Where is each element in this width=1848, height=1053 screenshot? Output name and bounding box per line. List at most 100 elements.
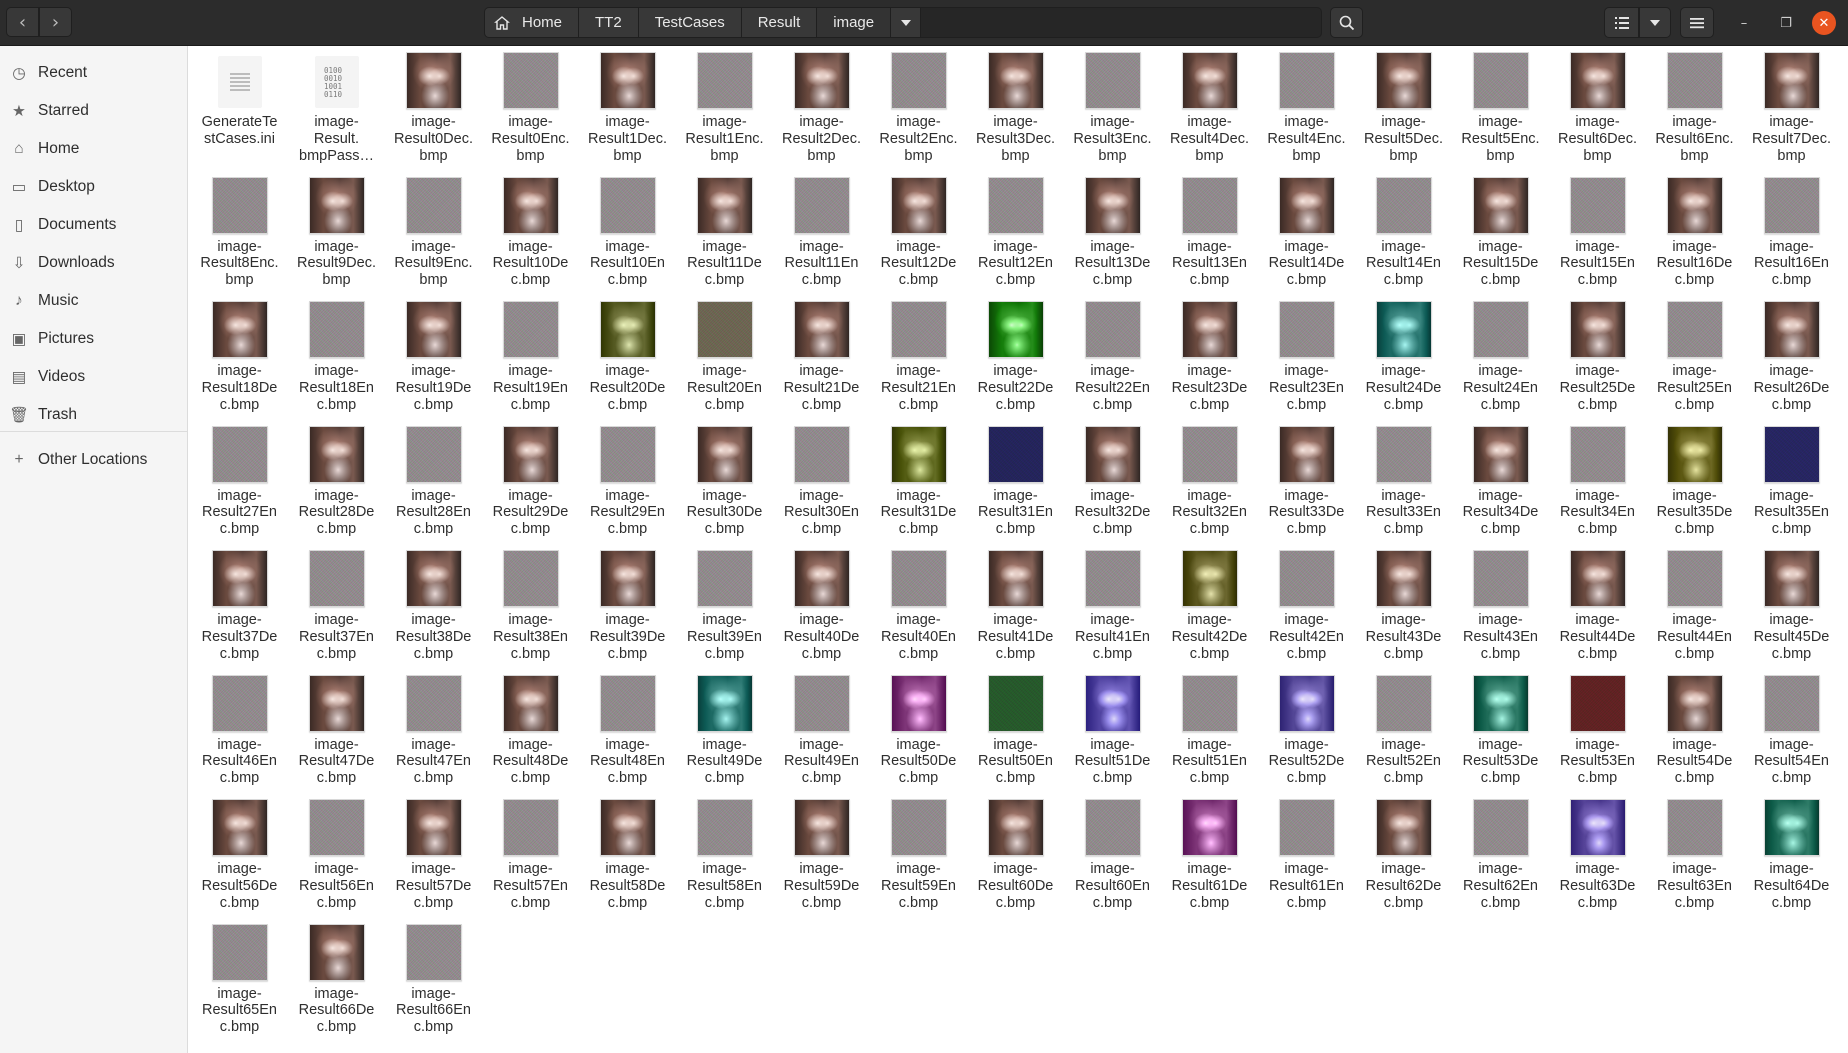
file-item[interactable]: image- Result38De c.bmp [385, 548, 482, 673]
file-item[interactable]: image- Result47De c.bmp [288, 673, 385, 798]
file-item[interactable]: image- Result12En c.bmp [967, 175, 1064, 300]
file-item[interactable]: image- Result14En c.bmp [1355, 175, 1452, 300]
file-item[interactable]: image- Result56De c.bmp [191, 797, 288, 922]
path-crumb-tt2[interactable]: TT2 [579, 8, 639, 37]
file-item[interactable]: image- Result54De c.bmp [1646, 673, 1743, 798]
file-item[interactable]: image- Result31En c.bmp [967, 424, 1064, 549]
file-item[interactable]: image- Result28De c.bmp [288, 424, 385, 549]
file-item[interactable]: image- Result60En c.bmp [1064, 797, 1161, 922]
file-item[interactable]: image- Result1Dec. bmp [579, 50, 676, 175]
file-item[interactable]: image- Result10De c.bmp [482, 175, 579, 300]
file-item[interactable]: image- Result15En c.bmp [1549, 175, 1646, 300]
file-item[interactable]: image- Result11En c.bmp [773, 175, 870, 300]
file-item[interactable]: image- Result51De c.bmp [1064, 673, 1161, 798]
file-item[interactable]: image- Result15De c.bmp [1452, 175, 1549, 300]
search-button[interactable] [1330, 7, 1363, 38]
file-item[interactable]: image- Result38En c.bmp [482, 548, 579, 673]
file-item[interactable]: image- Result21En c.bmp [870, 299, 967, 424]
file-item[interactable]: image- Result6Enc. bmp [1646, 50, 1743, 175]
file-item[interactable]: image- Result26En c.bmp [1840, 299, 1848, 424]
file-item[interactable]: image- Result47En c.bmp [385, 673, 482, 798]
file-item[interactable]: image- Result14De c.bmp [1258, 175, 1355, 300]
file-item[interactable]: image- Result52En c.bmp [1355, 673, 1452, 798]
file-item[interactable]: image- Result3Enc. bmp [1064, 50, 1161, 175]
file-item[interactable]: image- Result45De c.bmp [1743, 548, 1840, 673]
file-item[interactable]: image- Result61De c.bmp [1161, 797, 1258, 922]
file-item[interactable]: image- Result18De c.bmp [191, 299, 288, 424]
file-item[interactable]: image- Result24En c.bmp [1452, 299, 1549, 424]
file-item[interactable]: image- Result29De c.bmp [482, 424, 579, 549]
sidebar-item-documents[interactable]: ▯ Documents [0, 207, 188, 243]
file-item[interactable]: image- Result9Dec. bmp [288, 175, 385, 300]
file-item[interactable]: image- Result59De c.bmp [773, 797, 870, 922]
file-item[interactable]: image- Result0Enc. bmp [482, 50, 579, 175]
file-item[interactable]: image- Result40En c.bmp [870, 548, 967, 673]
sidebar-item-starred[interactable]: ★ Starred [0, 93, 188, 129]
file-item[interactable]: image- Result60De c.bmp [967, 797, 1064, 922]
file-item[interactable]: image- Result59En c.bmp [870, 797, 967, 922]
file-item[interactable]: image- Result32De c.bmp [1064, 424, 1161, 549]
file-item[interactable]: image- Result62De c.bmp [1355, 797, 1452, 922]
file-item[interactable]: image- Result16De c.bmp [1646, 175, 1743, 300]
sidebar-item-downloads[interactable]: ⇩ Downloads [0, 245, 188, 281]
file-item[interactable]: image- Result13De c.bmp [1064, 175, 1161, 300]
file-item[interactable]: GenerateTe stCases.ini [191, 50, 288, 175]
back-button[interactable]: ‹ [6, 7, 39, 37]
file-item[interactable]: image- Result19En c.bmp [482, 299, 579, 424]
path-crumb-home[interactable]: Home [485, 8, 580, 37]
file-item[interactable]: image- Result20En c.bmp [676, 299, 773, 424]
file-item[interactable]: image- Result39En c.bmp [676, 548, 773, 673]
forward-button[interactable]: › [39, 7, 72, 37]
file-item[interactable]: image- Result66En c.bmp [385, 922, 482, 1047]
file-item[interactable]: image- Result42De c.bmp [1161, 548, 1258, 673]
sidebar-item-other-locations[interactable]: + Other Locations [0, 442, 188, 478]
file-item[interactable]: image- Result46En c.bmp [191, 673, 288, 798]
file-item[interactable]: image- Result5Dec. bmp [1355, 50, 1452, 175]
view-options-button[interactable] [1639, 7, 1671, 38]
file-item[interactable]: image- Result24De c.bmp [1355, 299, 1452, 424]
file-item[interactable]: image- Result33En c.bmp [1355, 424, 1452, 549]
file-item[interactable]: image- Result57De c.bmp [385, 797, 482, 922]
file-item[interactable]: image- Result4Dec. bmp [1161, 50, 1258, 175]
file-item[interactable]: image- Result34De c.bmp [1452, 424, 1549, 549]
file-item[interactable]: 0100 0010 1001 0110 image- Result. bmpPass… [288, 50, 385, 175]
file-item[interactable]: image- Result31De c.bmp [870, 424, 967, 549]
file-item[interactable]: image- Result50En c.bmp [967, 673, 1064, 798]
file-item[interactable]: image- Result48En c.bmp [579, 673, 676, 798]
file-item[interactable]: image- Result32En c.bmp [1161, 424, 1258, 549]
file-item[interactable]: image- Result53En c.bmp [1549, 673, 1646, 798]
file-item[interactable]: image- Result9Enc. bmp [385, 175, 482, 300]
file-item[interactable]: image- Result3Dec. bmp [967, 50, 1064, 175]
file-item[interactable]: image- Result6Dec. bmp [1549, 50, 1646, 175]
file-item[interactable]: image- Result51En c.bmp [1161, 673, 1258, 798]
file-item[interactable]: image- Result19De c.bmp [385, 299, 482, 424]
sidebar-item-trash[interactable]: 🗑 Trash [0, 397, 188, 433]
file-item[interactable]: image- Result42En c.bmp [1258, 548, 1355, 673]
file-item[interactable]: image- Result21De c.bmp [773, 299, 870, 424]
file-item[interactable]: image- Result2Dec. bmp [773, 50, 870, 175]
file-item[interactable]: image- Result56En c.bmp [288, 797, 385, 922]
file-item[interactable]: image- Result43En c.bmp [1452, 548, 1549, 673]
file-item[interactable]: image- Result25De c.bmp [1549, 299, 1646, 424]
file-item[interactable]: image- Result40De c.bmp [773, 548, 870, 673]
maximize-button[interactable]: ❐ [1774, 11, 1798, 35]
file-item[interactable]: image- Result57En c.bmp [482, 797, 579, 922]
sidebar-item-home[interactable]: ⌂ Home [0, 131, 188, 167]
file-item[interactable]: image- Result23En c.bmp [1258, 299, 1355, 424]
file-item[interactable]: image- Result64En c.bmp [1840, 797, 1848, 922]
file-item[interactable]: image- Result4Enc. bmp [1258, 50, 1355, 175]
file-item[interactable]: image- Result17De c.bmp [1840, 175, 1848, 300]
file-item[interactable]: image- Result65En c.bmp [191, 922, 288, 1047]
list-view-button[interactable] [1604, 7, 1639, 38]
file-item[interactable]: image- Result53De c.bmp [1452, 673, 1549, 798]
path-crumb-result[interactable]: Result [741, 8, 818, 37]
sidebar-item-videos[interactable]: ▤ Videos [0, 359, 188, 395]
file-item[interactable]: image- Result62En c.bmp [1452, 797, 1549, 922]
file-item[interactable]: image- Result5Enc. bmp [1452, 50, 1549, 175]
file-item[interactable]: image- Result26De c.bmp [1743, 299, 1840, 424]
file-item[interactable]: image- Result0Dec. bmp [385, 50, 482, 175]
file-item[interactable]: image- Result11De c.bmp [676, 175, 773, 300]
path-crumb-testcases[interactable]: TestCases [638, 8, 742, 37]
file-item[interactable]: image- Result45En c.bmp [1840, 548, 1848, 673]
file-item[interactable]: image- Result58En c.bmp [676, 797, 773, 922]
